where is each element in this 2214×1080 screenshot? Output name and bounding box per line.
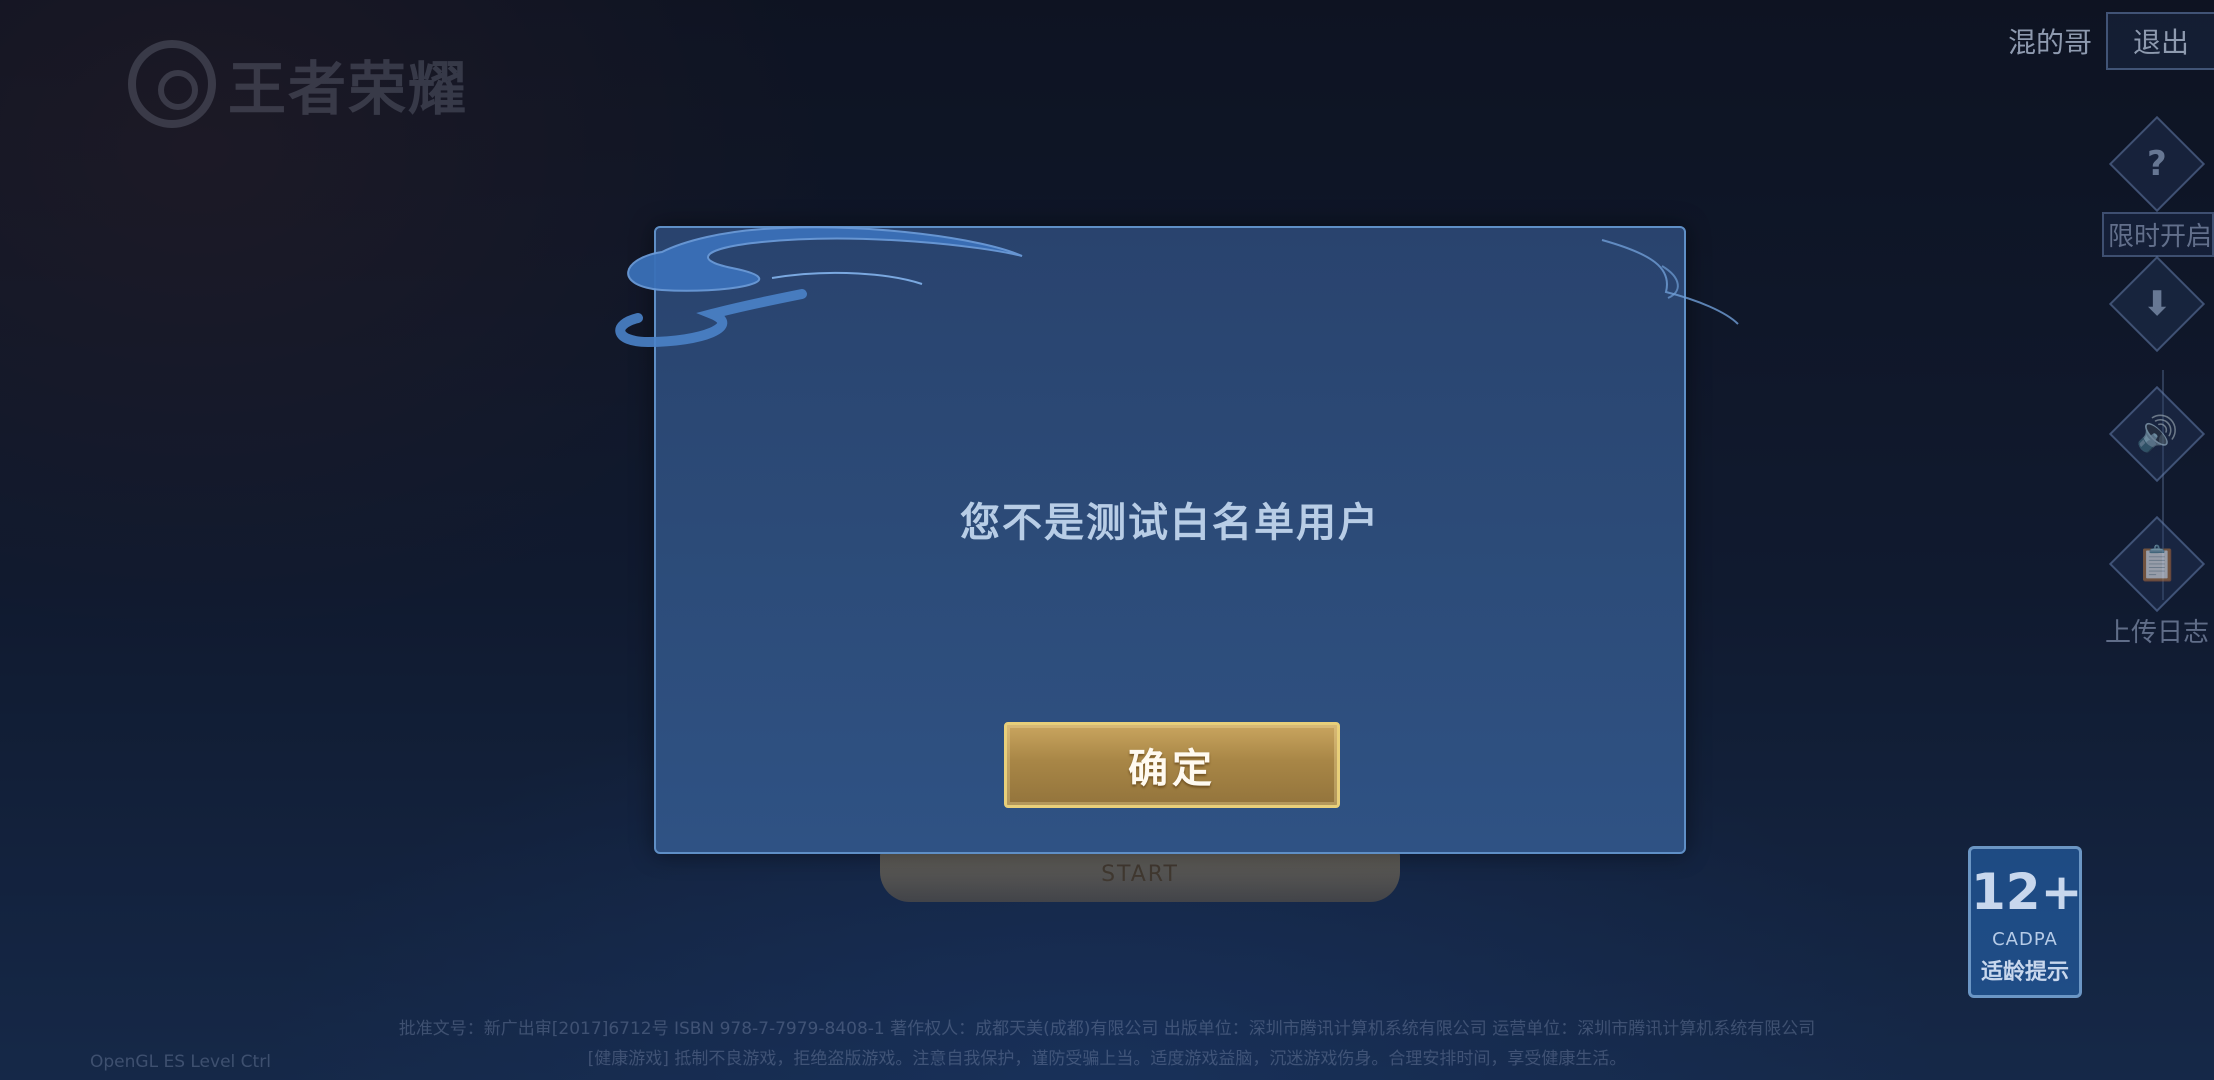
account-bar: 混的哥 退出 (2008, 12, 2214, 70)
start-label: START (1101, 861, 1179, 887)
side-item-sound[interactable]: 🔊 (2100, 385, 2214, 483)
side-item-label: 上传日志 (2104, 618, 2209, 648)
side-item-label: 限时开启 (2102, 212, 2214, 257)
age-rating-badge: 12+ CADPA 适龄提示 (1968, 846, 2082, 998)
side-item-limited[interactable]: ? 限时开启 (2100, 115, 2214, 257)
confirm-button-label: 确定 (1128, 746, 1216, 792)
logout-button[interactable]: 退出 (2106, 12, 2214, 70)
alert-dialog: 您不是测试白名单用户 确定 (615, 226, 1739, 854)
log-icon: 📋 (2108, 515, 2206, 613)
footer-license-text: 批准文号：新广出审[2017]6712号 ISBN 978-7-7979-840… (398, 1019, 1816, 1039)
footer-health-notice: [健康游戏] 抵制不良游戏，拒绝盗版游戏。注意自我保护，谨防受骗上当。适度游戏益… (587, 1049, 1627, 1069)
opengl-label: OpenGL ES Level Ctrl (90, 1052, 271, 1072)
logo-emblem-icon (128, 40, 216, 128)
side-item-upload-log[interactable]: 📋 上传日志 (2100, 515, 2214, 649)
download-icon: ⬇ (2108, 255, 2206, 353)
dialog-message: 您不是测试白名单用户 (960, 500, 1380, 546)
age-rating: 12+ (1971, 863, 2083, 921)
side-item-download[interactable]: ⬇ (2100, 255, 2214, 353)
logo-text: 王者荣耀 (228, 55, 469, 123)
start-button[interactable]: START (880, 846, 1400, 902)
username: 混的哥 (2007, 26, 2092, 59)
speaker-icon: 🔊 (2108, 385, 2206, 483)
rating-org: CADPA (1992, 929, 2058, 950)
game-logo: 王者荣耀 (128, 40, 468, 128)
dialog-cloud-ornament-icon (615, 226, 1739, 348)
confirm-button[interactable]: 确定 (1004, 722, 1340, 808)
age-hint: 适龄提示 (1980, 960, 2069, 985)
question-icon: ? (2108, 115, 2206, 213)
